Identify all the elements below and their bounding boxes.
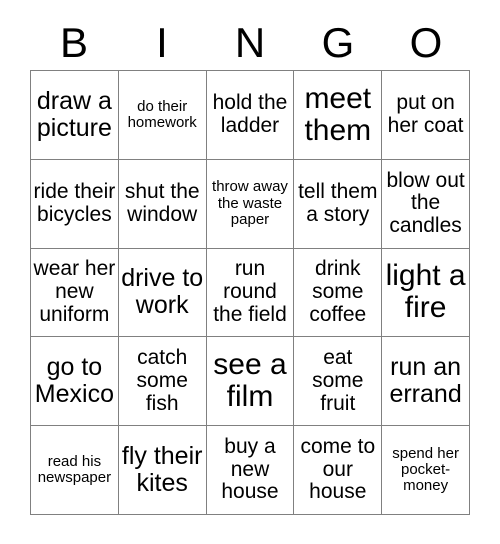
bingo-cell-text: shut the window xyxy=(124,180,200,226)
bingo-cell-r1c4[interactable]: meet them xyxy=(294,71,383,160)
bingo-cell-r2c3[interactable]: throw away the waste paper xyxy=(206,159,295,249)
bingo-cell-text: throw away the waste paper xyxy=(212,178,288,228)
bingo-cell-text: meet them xyxy=(304,81,372,147)
bingo-cell-text: drive to work xyxy=(121,264,204,320)
bingo-cell-text: blow out the candles xyxy=(386,168,465,238)
bingo-cell-r3c3[interactable]: run round the field xyxy=(206,248,295,338)
bingo-header-letter-g: G xyxy=(321,19,355,66)
bingo-cell-r4c4[interactable]: eat some fruit xyxy=(294,337,383,427)
bingo-cell-text: hold the ladder xyxy=(212,91,288,137)
bingo-cell-text: run an errand xyxy=(389,353,462,409)
bingo-cell-text: buy a new house xyxy=(221,435,279,504)
bingo-cell-r3c2[interactable]: drive to work xyxy=(118,248,207,338)
bingo-cell-r4c5[interactable]: run an errand xyxy=(382,337,470,427)
bingo-cell-r3c1[interactable]: wear her new uniform xyxy=(31,248,119,338)
bingo-cell-r5c4[interactable]: come to our house xyxy=(294,426,383,515)
bingo-cell-text: catch some fish xyxy=(136,346,188,415)
bingo-cell-text: draw a picture xyxy=(36,86,112,142)
bingo-cell-text: run round the field xyxy=(213,257,287,326)
bingo-cell-text: read his newspaper xyxy=(37,452,112,487)
bingo-cell-r5c3[interactable]: buy a new house xyxy=(206,426,295,515)
bingo-grid: draw a picture do their homework hold th… xyxy=(30,70,470,515)
bingo-cell-text: ride their bicycles xyxy=(33,180,116,226)
bingo-cell-text: wear her new uniform xyxy=(33,257,116,326)
bingo-header: B I N G O xyxy=(30,16,470,70)
bingo-cell-r1c2[interactable]: do their homework xyxy=(118,71,207,160)
bingo-cell-text: light a fire xyxy=(385,259,466,325)
bingo-cell-text: tell them a story xyxy=(298,180,378,226)
bingo-cell-text: go to Mexico xyxy=(34,353,114,409)
bingo-cell-text: eat some fruit xyxy=(312,346,364,415)
bingo-cell-r5c1[interactable]: read his newspaper xyxy=(31,426,119,515)
bingo-cell-text: put on her coat xyxy=(387,91,464,137)
bingo-header-letter-n: N xyxy=(234,19,266,66)
bingo-cell-r4c2[interactable]: catch some fish xyxy=(118,337,207,427)
bingo-cell-text: fly their kites xyxy=(121,442,203,498)
bingo-cell-r2c1[interactable]: ride their bicycles xyxy=(31,159,119,249)
bingo-cell-r5c5[interactable]: spend her pocket-money xyxy=(382,426,470,515)
bingo-cell-r2c5[interactable]: blow out the candles xyxy=(382,159,470,249)
bingo-card: B I N G O draw a picture do their homewo… xyxy=(0,0,500,544)
bingo-cell-r2c2[interactable]: shut the window xyxy=(118,159,207,249)
bingo-cell-r1c1[interactable]: draw a picture xyxy=(31,71,119,160)
bingo-header-letter-b: B xyxy=(59,19,88,66)
bingo-cell-text: drink some coffee xyxy=(309,257,367,326)
bingo-cell-text: see a film xyxy=(213,347,287,414)
bingo-cell-r3c4[interactable]: drink some coffee xyxy=(294,248,383,338)
bingo-cell-r4c1[interactable]: go to Mexico xyxy=(31,337,119,427)
bingo-cell-text: spend her pocket-money xyxy=(392,444,459,495)
bingo-cell-text: come to our house xyxy=(300,435,376,504)
bingo-cell-r3c5[interactable]: light a fire xyxy=(382,248,470,338)
bingo-header-letter-i: I xyxy=(156,19,168,66)
bingo-cell-r5c2[interactable]: fly their kites xyxy=(118,426,207,515)
bingo-cell-r4c3[interactable]: see a film xyxy=(206,337,295,427)
bingo-cell-text: do their homework xyxy=(127,97,197,131)
bingo-cell-r2c4[interactable]: tell them a story xyxy=(294,159,383,249)
bingo-cell-r1c5[interactable]: put on her coat xyxy=(382,71,470,160)
bingo-header-letter-o: O xyxy=(409,19,443,66)
bingo-cell-r1c3[interactable]: hold the ladder xyxy=(206,71,295,160)
